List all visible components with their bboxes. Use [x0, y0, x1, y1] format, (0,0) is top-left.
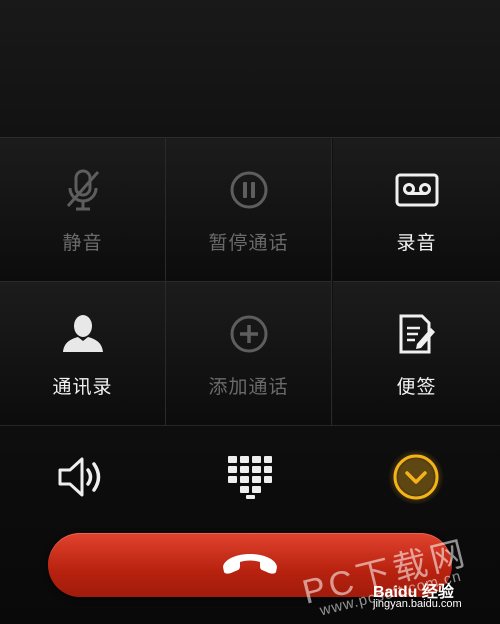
notes-button[interactable]: 便签: [333, 282, 500, 426]
person-icon: [59, 310, 107, 358]
plus-circle-icon: [225, 310, 273, 358]
dialpad-icon: [227, 455, 273, 503]
end-call-button[interactable]: [48, 533, 452, 597]
mute-button[interactable]: 静音: [0, 138, 166, 282]
pause-circle-icon: [225, 166, 273, 214]
notes-label: 便签: [396, 376, 437, 398]
record-button[interactable]: 录音: [333, 138, 500, 282]
bottom-action-bar: [0, 425, 500, 624]
chevron-down-circle-icon: [388, 449, 444, 509]
call-info-area: [0, 0, 500, 137]
dialpad-button[interactable]: [210, 444, 290, 514]
contacts-label: 通讯录: [52, 376, 113, 398]
speaker-icon: [57, 453, 109, 505]
hang-up-phone-icon: [220, 550, 280, 580]
contacts-button[interactable]: 通讯录: [0, 282, 166, 426]
pause-call-label: 暂停通话: [208, 232, 289, 254]
call-controls-grid: 静音 暂停通话 录音 通讯录 添加通话 便签: [0, 137, 500, 426]
muted-mic-icon: [59, 166, 107, 214]
add-call-button[interactable]: 添加通话: [166, 282, 332, 426]
collapse-button[interactable]: [376, 444, 456, 514]
mute-label: 静音: [62, 232, 103, 254]
add-call-label: 添加通话: [208, 376, 289, 398]
in-call-screen: 静音 暂停通话 录音 通讯录 添加通话 便签 PC下载网 www.pcsoft.…: [0, 0, 500, 624]
record-label: 录音: [396, 232, 437, 254]
note-pencil-icon: [393, 310, 441, 358]
cassette-tape-icon: [393, 166, 441, 214]
speaker-button[interactable]: [43, 444, 123, 514]
pause-call-button[interactable]: 暂停通话: [166, 138, 332, 282]
